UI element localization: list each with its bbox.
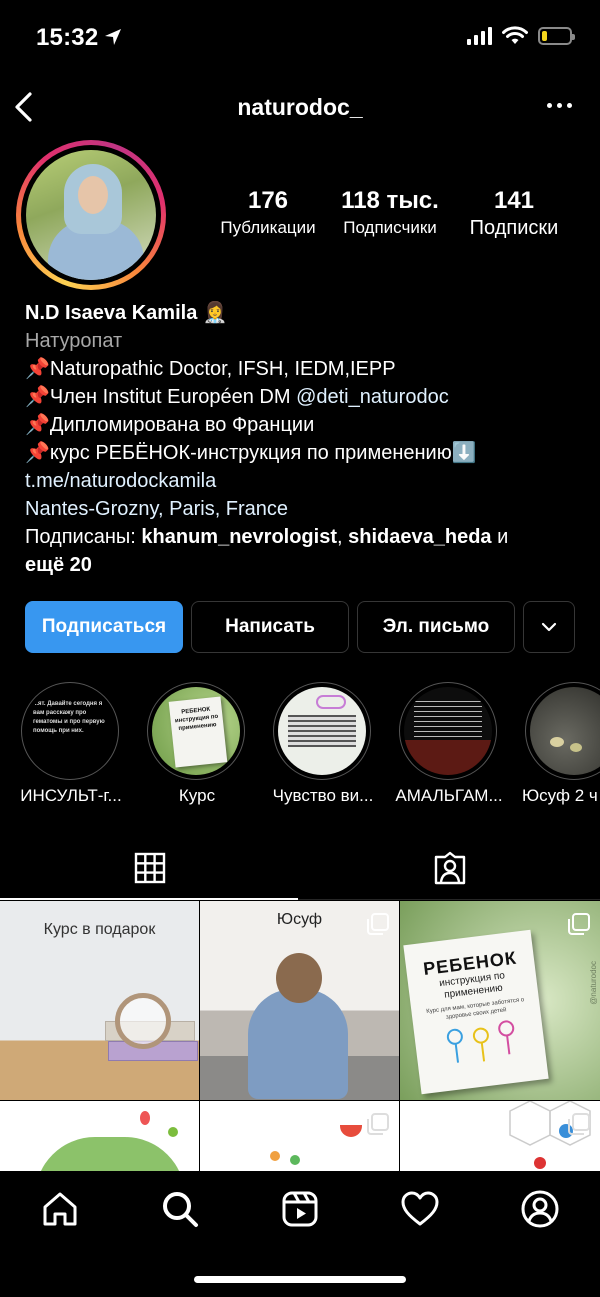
battery-icon [538, 27, 575, 45]
stat-posts-value: 176 [247, 187, 289, 214]
bio-external-link[interactable]: t.me/naturodockamila [25, 467, 585, 495]
stat-following-value: 141 [493, 187, 535, 214]
location-arrow-icon [105, 29, 121, 45]
post-thumbnail[interactable]: РЕБЕНОК инструкция по применению Курс дл… [400, 901, 600, 1100]
search-icon[interactable] [160, 1189, 200, 1229]
bio-line: 📌Naturopathic Doctor, IFSH, IEDM,IEPP [25, 358, 396, 380]
bio-mention-link[interactable]: @deti_naturodoc [296, 386, 449, 408]
followed-by[interactable]: Подписаны: khanum_nevrologist, shidaeva_… [25, 523, 585, 579]
highlight-cover: ...ят. Давайте сегодня я вам расскажу пр… [26, 687, 114, 775]
followed-by-user: khanum_nevrologist [141, 526, 337, 548]
profile-category: Натуропат [25, 330, 123, 352]
story-highlights: ...ят. Давайте сегодня я вам расскажу пр… [0, 682, 600, 812]
cellular-signal-icon [467, 27, 492, 45]
post-thumbnail[interactable] [200, 1101, 399, 1171]
tagged-person-icon [434, 851, 466, 885]
highlight-label: АМАЛЬГАМ... [395, 786, 503, 805]
stat-followers-value: 118 тыс. [341, 187, 439, 214]
multiple-images-icon [367, 1113, 389, 1135]
reels-icon[interactable] [280, 1189, 320, 1229]
post-thumbnail[interactable] [400, 1101, 600, 1171]
avatar-story-ring[interactable] [16, 140, 166, 290]
home-icon[interactable] [40, 1189, 80, 1229]
bio-line: 📌Член Institut Européen DM @deti_naturod… [25, 383, 585, 411]
highlight-label: Юсуф 2 ч [522, 786, 598, 805]
email-button[interactable]: Эл. письмо [357, 601, 515, 653]
post-watermark: @naturodoc [589, 961, 598, 1005]
profile-icon[interactable] [520, 1189, 560, 1229]
stat-posts-label: Публикации [220, 218, 316, 237]
bio-line: 📌курс РЕБЁНОК-инструкция по применению⬇️ [25, 442, 477, 464]
bio-line-text: 📌Член Institut Européen DM [25, 386, 297, 408]
message-button[interactable]: Написать [191, 601, 349, 653]
hexagon-pattern-decoration [509, 1101, 591, 1169]
tab-posts-grid[interactable] [0, 836, 300, 900]
multiple-images-icon [568, 913, 590, 935]
wifi-icon [502, 26, 528, 44]
stat-following-label: Подписки [469, 217, 559, 239]
posts-grid: Курс в подарок Юсуф РЕБЕНОК инструкция п… [0, 901, 600, 1171]
stat-posts[interactable]: 176 Публикации [200, 186, 336, 240]
profile-full-name: N.D Isaeva Kamila 👩‍⚕️ [25, 302, 228, 324]
status-bar: 15:32 [0, 0, 600, 76]
active-tab-indicator [0, 898, 298, 900]
bio-line: 📌Дипломирована во Франции [25, 414, 315, 436]
highlight-label: Курс [178, 786, 216, 805]
highlight-label: Чувство ви... [272, 786, 374, 805]
magnifier-decoration [115, 993, 171, 1049]
stat-followers-label: Подписчики [343, 218, 437, 237]
highlight-label: ИНСУЛЬТ-г... [20, 786, 122, 805]
highlight-cover-text: РЕБЕНОК инструкция по применению [174, 706, 219, 733]
followed-by-prefix: Подписаны: [25, 526, 142, 548]
highlight-cover-text: ...ят. Давайте сегодня я вам расскажу пр… [33, 701, 105, 734]
heart-icon[interactable] [400, 1189, 440, 1229]
followed-by-more: ещё 20 [25, 554, 92, 576]
more-options-icon[interactable] [547, 103, 572, 108]
tab-tagged[interactable] [300, 836, 600, 900]
highlight-cover: РЕБЕНОК инструкция по применению [152, 687, 240, 775]
follow-button[interactable]: Подписаться [25, 601, 183, 653]
stat-followers[interactable]: 118 тыс. Подписчики [330, 186, 450, 240]
home-indicator[interactable] [194, 1276, 406, 1283]
followed-by-and: и [491, 526, 509, 548]
highlight-cover [278, 687, 366, 775]
multiple-images-icon [568, 1113, 590, 1135]
grid-icon [134, 852, 166, 884]
followed-by-user: shidaeva_heda [348, 526, 492, 548]
highlight-cover [404, 687, 492, 775]
profile-tabs [0, 836, 600, 900]
avatar[interactable] [26, 150, 156, 280]
post-thumbnail[interactable] [0, 1101, 199, 1171]
multiple-images-icon [367, 913, 389, 935]
suggested-accounts-button[interactable] [523, 601, 575, 653]
profile-header: naturodoc_ [0, 76, 600, 138]
post-thumbnail[interactable]: Курс в подарок [0, 901, 199, 1100]
profile-username: naturodoc_ [237, 94, 363, 120]
status-indicators [467, 26, 575, 46]
post-caption: Курс в подарок [43, 921, 156, 938]
stat-following[interactable]: 141 Подписки [458, 186, 570, 240]
status-time: 15:32 [36, 24, 99, 51]
battery-level [542, 31, 547, 41]
profile-bio: N.D Isaeva Kamila 👩‍⚕️ Натуропат 📌Naturo… [25, 299, 585, 579]
followed-by-separator: , [337, 526, 349, 548]
chevron-down-icon [541, 622, 557, 632]
post-thumbnail[interactable]: Юсуф [200, 901, 399, 1100]
profile-actions: Подписаться Написать Эл. письмо [25, 601, 575, 653]
bio-location[interactable]: Nantes-Grozny, Paris, France [25, 495, 585, 523]
